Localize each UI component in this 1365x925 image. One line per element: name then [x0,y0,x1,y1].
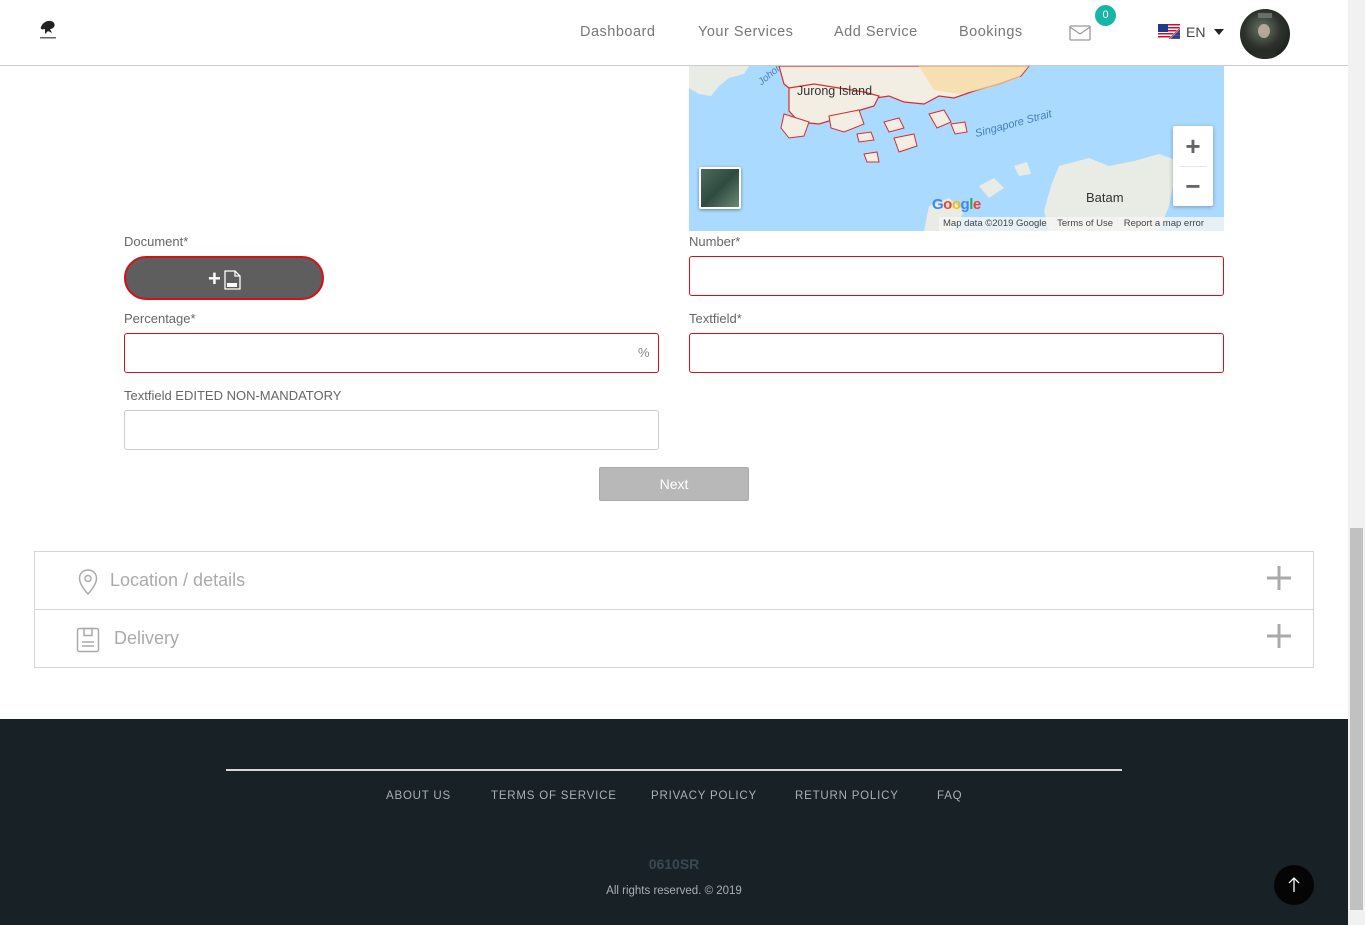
textfield-optional-input[interactable] [124,410,659,450]
map-satellite-toggle[interactable] [699,167,741,209]
arrow-up-icon [1288,877,1300,892]
expand-plus-icon[interactable] [1265,564,1293,592]
map-label-jurong: Jurong Island [797,84,873,98]
map-label-batam: Batam [1086,190,1124,205]
footer-link-privacy[interactable]: PRIVACY POLICY [651,790,757,802]
us-uk-flag-icon[interactable] [1158,24,1180,39]
document-label: Document* [124,234,189,249]
site-footer: ABOUT US TERMS OF SERVICE PRIVACY POLICY… [0,719,1348,925]
page-scrollbar[interactable] [1348,0,1365,925]
percentage-input[interactable] [124,333,659,373]
map-data-credit: Map data ©2019 Google [943,218,1047,229]
accordion-location-details[interactable]: Location / details [34,551,1314,610]
mail-icon[interactable] [1069,25,1091,41]
footer-link-terms[interactable]: TERMS OF SERVICE [491,790,617,802]
map-zoom-controls: + − [1173,126,1213,206]
footer-link-about[interactable]: ABOUT US [386,790,451,802]
map-terms-link[interactable]: Terms of Use [1057,218,1113,229]
footer-divider [226,769,1122,771]
map-zoom-out-button[interactable]: − [1173,166,1213,206]
percentage-suffix: % [638,345,650,360]
nav-add-service[interactable]: Add Service [834,24,918,40]
number-input[interactable] [689,256,1224,296]
nav-bookings[interactable]: Bookings [959,24,1023,40]
expand-plus-icon[interactable] [1265,622,1293,650]
next-button[interactable]: Next [599,467,749,501]
textfield-label: Textfield* [689,311,742,326]
accordion-delivery[interactable]: Delivery [34,609,1314,668]
pdf-file-icon [224,270,241,290]
map-view[interactable]: Jurong Island Singapore Strait Batam Joh… [689,66,1224,231]
delivery-box-icon [76,627,100,653]
add-icon: + [208,266,221,291]
accordion-location-title: Location / details [110,570,246,590]
nav-dashboard[interactable]: Dashboard [580,24,655,40]
scroll-to-top-button[interactable] [1274,865,1314,905]
page: Dashboard Your Services Add Service Book… [0,0,1365,925]
google-logo: Google [932,196,981,213]
accordion-delivery-title: Delivery [114,628,180,648]
user-avatar[interactable] [1240,9,1290,59]
map-zoom-in-button[interactable]: + [1173,126,1213,166]
textfield-input[interactable] [689,333,1224,373]
language-label[interactable]: EN [1186,24,1205,40]
language-caret-icon[interactable] [1214,29,1224,35]
nav-your-services[interactable]: Your Services [698,24,793,40]
site-logo[interactable] [37,17,59,41]
map-attribution: Map data ©2019 Google Terms of Use Repor… [939,217,1224,231]
textfield-optional-label: Textfield EDITED NON-MANDATORY [124,388,342,403]
scrollbar-thumb[interactable] [1350,528,1363,910]
location-pin-icon [78,569,98,595]
footer-link-faq[interactable]: FAQ [937,790,962,802]
map-report-link[interactable]: Report a map error [1124,218,1204,229]
mail-count-badge: 0 [1095,5,1116,26]
footer-copyright: All rights reserved. © 2019 [606,885,742,897]
number-label: Number* [689,234,741,249]
footer-link-return[interactable]: RETURN POLICY [795,790,899,802]
top-navbar: Dashboard Your Services Add Service Book… [0,0,1348,66]
document-upload-button[interactable]: + [124,256,324,300]
percentage-label: Percentage* [124,311,196,326]
footer-brand: 0610SR [648,856,700,872]
